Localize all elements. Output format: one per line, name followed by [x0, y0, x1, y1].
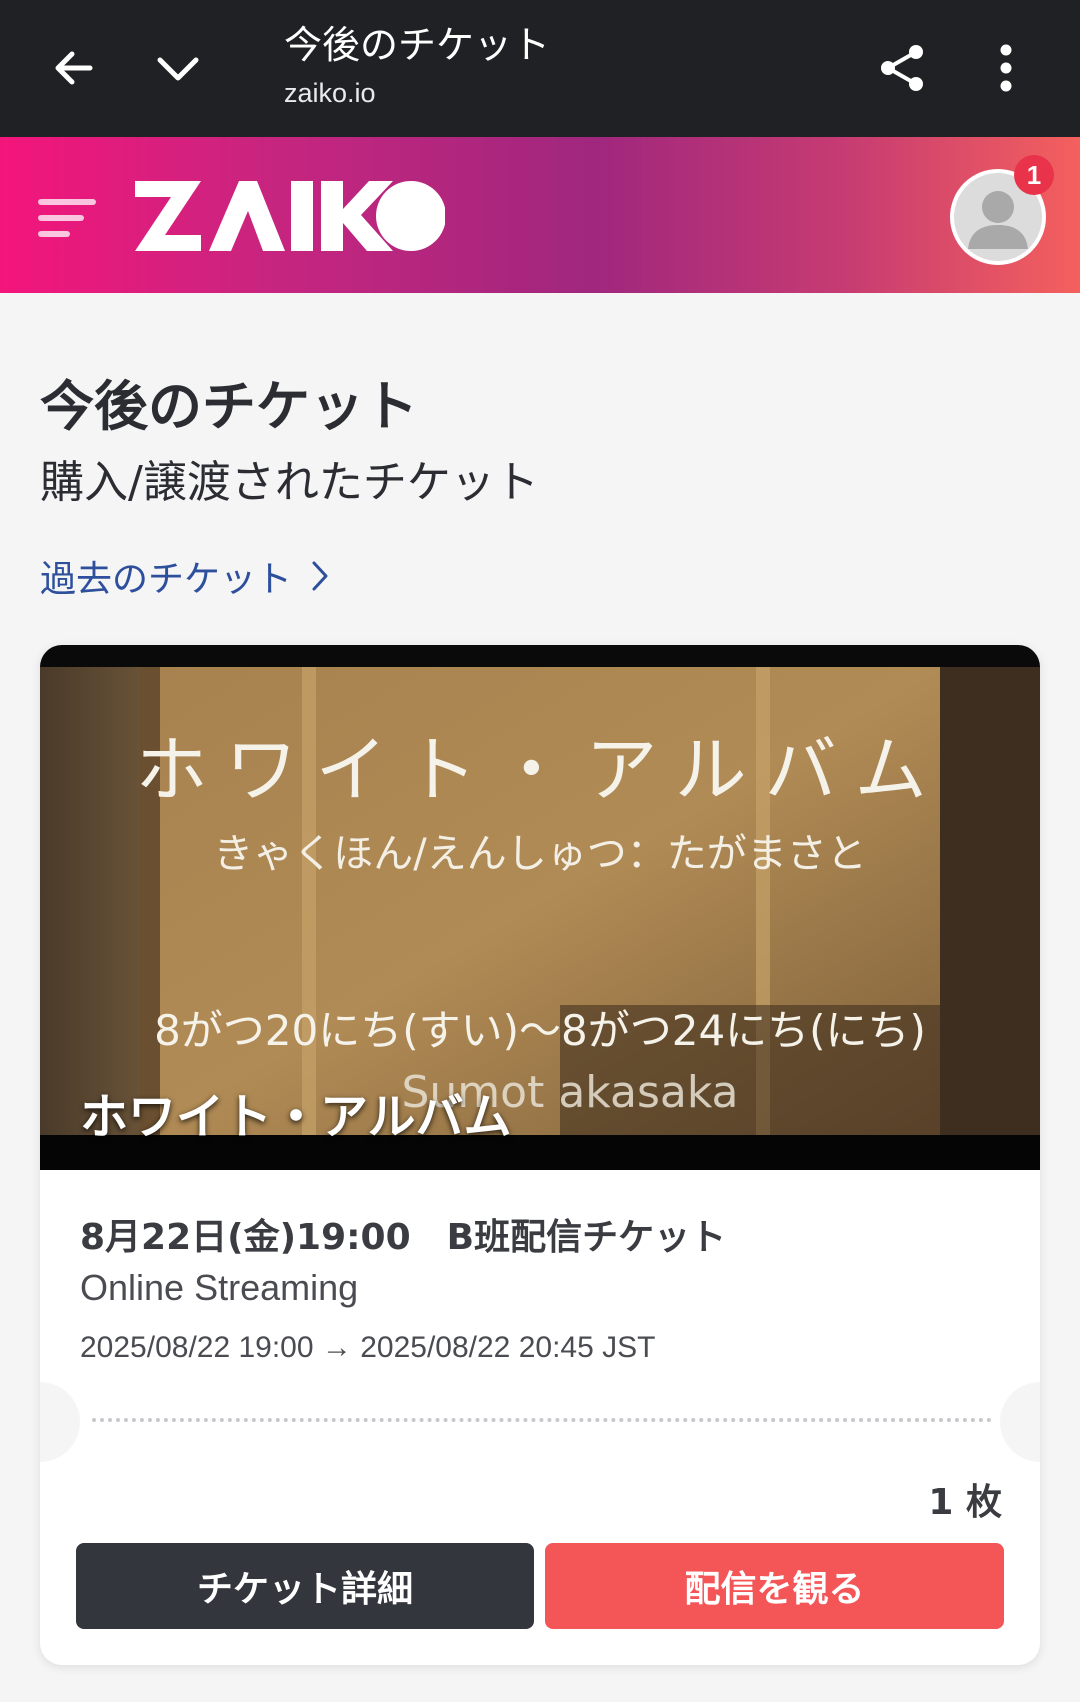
perforation-divider	[92, 1418, 992, 1422]
browser-page-title: 今後のチケット	[284, 23, 551, 67]
past-tickets-link[interactable]: 過去のチケット	[40, 550, 330, 602]
event-date-line: 8月22日(金)19:00 B班配信チケット	[80, 1208, 726, 1260]
back-arrow-icon[interactable]	[34, 28, 114, 108]
page-title: 今後のチケット	[40, 375, 418, 438]
ticket-type: B班配信チケット	[446, 1217, 727, 1258]
ticket-quantity: 1 枚	[928, 1482, 1002, 1523]
event-date: 8月22日(金)19:00	[80, 1217, 411, 1258]
browser-toolbar: 今後のチケット zaiko.io	[0, 0, 1080, 137]
more-vert-icon[interactable]	[966, 28, 1046, 108]
app-header: 1	[0, 137, 1080, 293]
image-title-text: ホワイト・アルバム	[135, 728, 944, 812]
ticket-notch-right	[1000, 1382, 1040, 1462]
chevron-down-icon[interactable]	[138, 28, 218, 108]
ticket-detail-button[interactable]: チケット詳細	[76, 1543, 534, 1629]
watch-stream-button[interactable]: 配信を観る	[545, 1543, 1004, 1629]
zaiko-logo[interactable]	[135, 181, 446, 259]
share-icon[interactable]	[862, 28, 942, 108]
datetime-range: 2025/08/22 19:00 → 2025/08/22 20:45 JST	[80, 1331, 656, 1364]
notification-badge: 1	[1014, 155, 1054, 195]
image-dates-text: 8がつ20にち(すい)〜8がつ24にち(にち)	[154, 1006, 926, 1055]
past-tickets-label: 過去のチケット	[40, 559, 293, 600]
chevron-right-icon	[312, 561, 328, 591]
venue: Online Streaming	[80, 1267, 359, 1308]
browser-url[interactable]: zaiko.io	[284, 78, 376, 109]
page-subtitle: 購入/譲渡されたチケット	[40, 457, 539, 508]
image-credit-text: きゃくほん/えんしゅつ：たがまさと	[213, 831, 866, 877]
event-title: ホワイト・アルバム	[80, 1089, 512, 1145]
ticket-card[interactable]: ホワイト・アルバム きゃくほん/えんしゅつ：たがまさと 8がつ20にち(すい)〜…	[40, 645, 1040, 1665]
menu-icon[interactable]	[36, 193, 100, 243]
ticket-notch-left	[40, 1382, 80, 1462]
event-image[interactable]: ホワイト・アルバム きゃくほん/えんしゅつ：たがまさと 8がつ20にち(すい)〜…	[40, 645, 1040, 1170]
